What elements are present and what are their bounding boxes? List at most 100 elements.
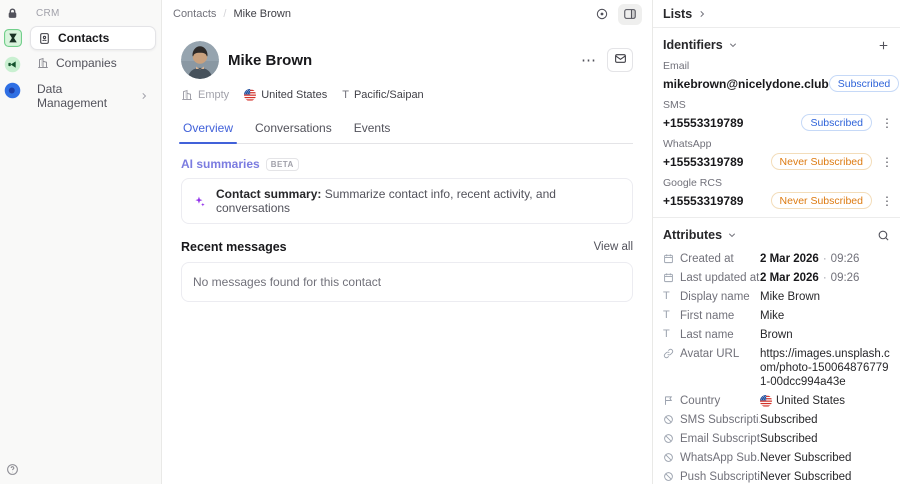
send-email-button[interactable] (607, 48, 633, 72)
attribute-row[interactable]: T First name Mike (663, 306, 890, 325)
attributes-toggle[interactable]: Attributes (663, 228, 737, 242)
us-flag-icon (760, 394, 772, 407)
kebab-menu-icon[interactable]: ⋮ (881, 117, 893, 129)
attribute-row[interactable]: Avatar URL https://images.unsplash.com/p… (663, 344, 890, 391)
contact-name: Mike Brown (228, 51, 313, 69)
toggle-right-panel-icon[interactable] (618, 3, 642, 25)
details-panel: Lists Identifiers Email mikebrown@nicely… (653, 0, 900, 484)
attribute-label: WhatsApp Sub... (680, 451, 760, 464)
sidebar-item-companies[interactable]: Companies (30, 52, 156, 74)
main-panel: Contacts / Mike Brown Mike Brown ⋯ Empty (162, 0, 653, 484)
tabs: Overview Conversations Events (178, 116, 633, 144)
country-tag-label: United States (261, 89, 328, 101)
building-icon (37, 57, 49, 69)
attribute-label: Push Subscripti... (680, 470, 760, 483)
chevron-right-icon (697, 9, 707, 19)
tab-overview[interactable]: Overview (178, 116, 238, 144)
attribute-row[interactable]: WhatsApp Sub... Never Subscribed (663, 448, 890, 467)
attribute-row[interactable]: SMS Subscripti... Subscribed (663, 410, 890, 429)
avatar (181, 41, 219, 79)
sidebar-item-label: Data Management (37, 82, 108, 110)
recent-messages-title: Recent messages (181, 240, 287, 254)
chevron-down-icon (728, 40, 738, 50)
recent-messages-header: Recent messages View all (181, 240, 633, 254)
link-icon (663, 347, 675, 359)
attribute-label: Created at (680, 252, 734, 265)
identifier-value: mikebrown@nicelydone.club (663, 76, 829, 91)
country-tag[interactable]: United States (244, 89, 327, 101)
timezone-tag-label: Pacific/Saipan (353, 89, 424, 101)
breadcrumb-separator: / (223, 8, 227, 20)
calendar-icon (663, 271, 675, 283)
us-flag-icon (244, 89, 257, 101)
sidebar-item-contacts[interactable]: Contacts (30, 26, 156, 50)
attribute-row[interactable]: Email Subscript... Subscribed (663, 429, 890, 448)
sparkle-icon (193, 195, 206, 208)
company-tag-label: Empty (198, 89, 230, 101)
chevron-down-icon (727, 230, 737, 240)
target-icon[interactable] (590, 4, 614, 25)
subscription-status-badge: Never Subscribed (770, 153, 872, 170)
tab-events[interactable]: Events (352, 116, 393, 143)
attribute-label: Avatar URL (680, 347, 740, 360)
sidebar-item-label: Contacts (58, 31, 110, 45)
attributes-list: Created at 2 Mar 2026 · 09:26 Last updat… (653, 248, 900, 484)
attribute-value: Mike Brown (760, 290, 821, 303)
app-window: CRM Contacts Companies Data Management C… (0, 0, 900, 484)
sidebar: CRM Contacts Companies Data Management (25, 0, 162, 484)
text-icon: T (663, 327, 670, 340)
lists-label: Lists (663, 6, 693, 21)
identifier-item: Email mikebrown@nicelydone.club Subscrib… (653, 60, 900, 97)
ai-summaries-header: AI summaries BETA (181, 157, 633, 171)
text-icon: T (663, 308, 670, 321)
help-icon[interactable] (6, 463, 19, 476)
attribute-row[interactable]: T Last name Brown (663, 325, 890, 344)
sidebar-section-label: CRM (36, 8, 60, 19)
identifiers-list: Email mikebrown@nicelydone.club Subscrib… (653, 58, 900, 214)
identifiers-toggle[interactable]: Identifiers (663, 38, 738, 52)
search-attributes-button[interactable] (877, 229, 890, 242)
attribute-label: SMS Subscripti... (680, 413, 760, 426)
workspace-icon[interactable] (6, 7, 19, 20)
breadcrumb-contacts[interactable]: Contacts (173, 8, 216, 20)
attribute-row[interactable]: Country United States (663, 391, 890, 410)
attribute-value: Never Subscribed (760, 470, 852, 483)
attribute-label: First name (680, 309, 735, 322)
channels-app-icon[interactable] (4, 82, 21, 99)
sidebar-item-label: Companies (56, 56, 117, 70)
app-rail (0, 0, 25, 484)
attribute-label: Last name (680, 328, 734, 341)
contact-header: Mike Brown ⋯ (181, 41, 633, 79)
add-identifier-button[interactable] (877, 39, 890, 52)
attribute-value: Brown (760, 328, 793, 341)
attribute-label: Last updated at (680, 271, 760, 284)
tab-conversations[interactable]: Conversations (253, 116, 334, 143)
identifier-value: +15553319789 (663, 115, 744, 130)
identifier-value: +15553319789 (663, 154, 744, 169)
attribute-value: 2 Mar 2026 · 09:26 (760, 271, 860, 284)
timezone-tag[interactable]: T Pacific/Saipan (342, 89, 423, 101)
attribute-row[interactable]: Push Subscripti... Never Subscribed (663, 467, 890, 484)
view-all-link[interactable]: View all (594, 241, 633, 253)
attribute-row[interactable]: T Display name Mike Brown (663, 287, 890, 306)
kebab-menu-icon[interactable]: ⋮ (881, 195, 893, 207)
attribute-value: Never Subscribed (760, 451, 852, 464)
contact-actions: ⋯ (577, 48, 633, 72)
contact-summary-card[interactable]: Contact summary: Summarize contact info,… (181, 178, 633, 224)
breadcrumb: Contacts / Mike Brown (173, 8, 291, 20)
topbar-actions (590, 3, 642, 25)
company-tag[interactable]: Empty (181, 89, 229, 101)
sidebar-item-data-management[interactable]: Data Management (30, 76, 156, 114)
lists-header[interactable]: Lists (653, 0, 900, 28)
identifier-type: WhatsApp (663, 138, 712, 150)
attribute-row[interactable]: Last updated at 2 Mar 2026 · 09:26 (663, 268, 890, 287)
media-app-icon[interactable] (4, 56, 21, 73)
breadcrumb-current: Mike Brown (233, 8, 291, 20)
attribute-row[interactable]: Created at 2 Mar 2026 · 09:26 (663, 249, 890, 268)
more-actions-button[interactable]: ⋯ (577, 53, 600, 68)
envelope-icon (614, 52, 627, 68)
crm-app-icon[interactable] (3, 29, 22, 47)
attribute-label: Country (680, 394, 721, 407)
kebab-menu-icon[interactable]: ⋮ (881, 156, 893, 168)
chevron-right-icon (139, 91, 149, 101)
